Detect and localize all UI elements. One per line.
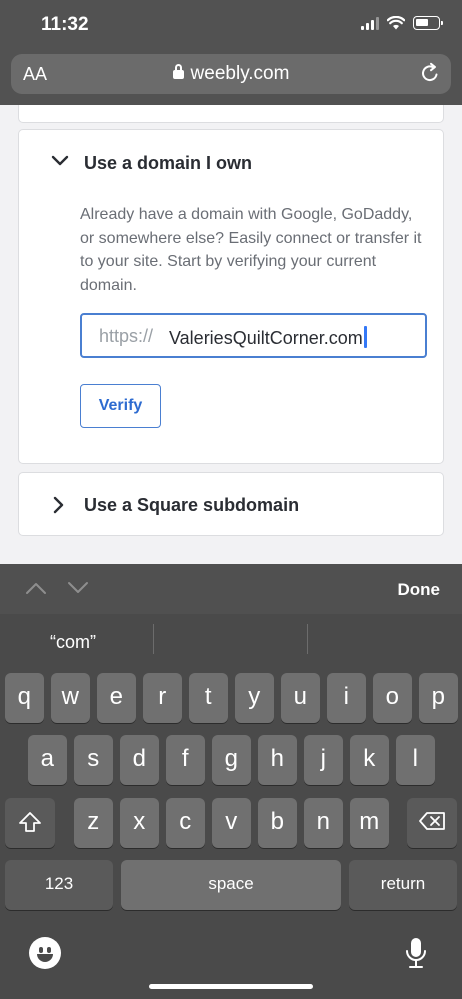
key-n[interactable]: n [304, 798, 343, 848]
key-o[interactable]: o [373, 673, 412, 723]
key-g[interactable]: g [212, 735, 251, 785]
backspace-key[interactable] [407, 798, 457, 848]
key-f[interactable]: f [166, 735, 205, 785]
key-p[interactable]: p [419, 673, 458, 723]
home-indicator [149, 984, 313, 989]
key-d[interactable]: d [120, 735, 159, 785]
key-r[interactable]: r [143, 673, 182, 723]
wifi-icon [387, 16, 405, 30]
own-domain-description: Already have a domain with Google, GoDad… [80, 206, 422, 294]
text-cursor [363, 326, 367, 348]
domain-input[interactable]: https:// ValeriesQuiltCorner.com [80, 313, 427, 358]
battery-icon [413, 16, 443, 30]
web-page: Use a domain I own Already have a domain… [0, 105, 462, 564]
status-bar: 11:32 [0, 0, 462, 50]
key-u[interactable]: u [281, 673, 320, 723]
reload-icon[interactable] [419, 62, 441, 84]
key-z[interactable]: z [74, 798, 113, 848]
emoji-icon[interactable] [29, 937, 61, 969]
key-x[interactable]: x [120, 798, 159, 848]
done-button[interactable]: Done [398, 580, 441, 600]
key-j[interactable]: j [304, 735, 343, 785]
key-b[interactable]: b [258, 798, 297, 848]
browser-toolbar: AA weebly.com [0, 50, 462, 105]
key-s[interactable]: s [74, 735, 113, 785]
own-domain-card: Use a domain I own Already have a domain… [18, 129, 444, 464]
key-t[interactable]: t [189, 673, 228, 723]
clock: 11:32 [41, 14, 89, 35]
key-k[interactable]: k [350, 735, 389, 785]
keyboard: Done “com” qwertyuiop asdfghjkl zxcvbnm … [0, 564, 462, 999]
key-a[interactable]: a [28, 735, 67, 785]
key-e[interactable]: e [97, 673, 136, 723]
verify-button[interactable]: Verify [80, 384, 161, 428]
lock-icon [172, 64, 184, 79]
key-y[interactable]: y [235, 673, 274, 723]
previous-option-card [18, 105, 444, 123]
previous-field-icon[interactable] [25, 581, 47, 595]
chevron-right-icon[interactable] [51, 496, 65, 514]
prediction-divider [153, 624, 154, 654]
url-display[interactable]: weebly.com [11, 63, 451, 85]
key-l[interactable]: l [396, 735, 435, 785]
domain-input-value: ValeriesQuiltCorner.com [169, 328, 363, 348]
url-text: weebly.com [190, 63, 290, 84]
key-v[interactable]: v [212, 798, 251, 848]
key-i[interactable]: i [327, 673, 366, 723]
key-q[interactable]: q [5, 673, 44, 723]
key-w[interactable]: w [51, 673, 90, 723]
key-m[interactable]: m [350, 798, 389, 848]
keyboard-accessory-bar: Done [0, 564, 462, 614]
microphone-icon[interactable] [404, 936, 428, 970]
space-key[interactable]: space [121, 860, 341, 910]
return-key[interactable]: return [349, 860, 457, 910]
key-c[interactable]: c [166, 798, 205, 848]
status-icons [361, 16, 443, 30]
address-bar[interactable]: AA weebly.com [11, 54, 451, 94]
predictive-bar: “com” [0, 614, 462, 668]
square-subdomain-title[interactable]: Use a Square subdomain [84, 495, 299, 516]
numbers-key[interactable]: 123 [5, 860, 113, 910]
prediction-divider [307, 624, 308, 654]
prediction-suggestion[interactable]: “com” [50, 632, 96, 653]
cellular-signal-icon [361, 16, 379, 30]
chevron-down-icon[interactable] [51, 154, 69, 168]
shift-key[interactable] [5, 798, 55, 848]
square-subdomain-card[interactable]: Use a Square subdomain [18, 472, 444, 536]
own-domain-title[interactable]: Use a domain I own [84, 153, 252, 174]
next-field-icon[interactable] [67, 581, 89, 595]
key-h[interactable]: h [258, 735, 297, 785]
url-prefix: https:// [99, 326, 154, 346]
